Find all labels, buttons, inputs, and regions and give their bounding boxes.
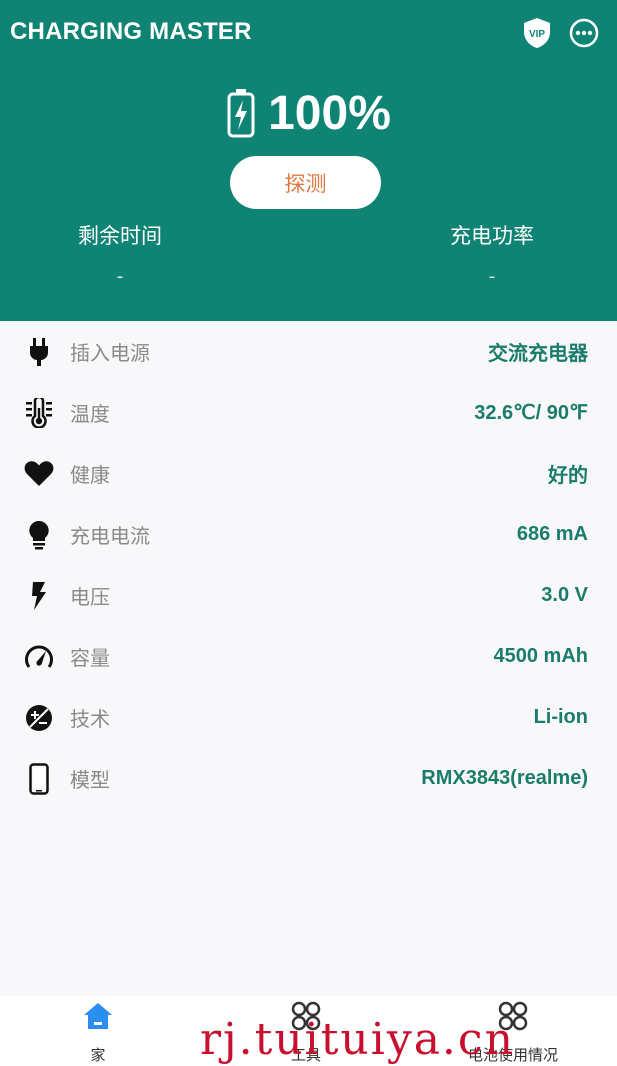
nav-home[interactable]: 家 [28,996,168,1066]
detail-label: 模型 [70,768,110,792]
remaining-time-value: - [116,266,124,287]
vip-shield-icon[interactable]: VIP [520,16,554,50]
detail-row-technology: 技术 Li-ion [0,687,617,748]
detail-label: 技术 [70,707,110,731]
detail-value: 4500 mAh [493,645,589,667]
detail-value: 686 mA [516,523,588,545]
detail-label: 健康 [70,463,110,487]
charge-power-value: - [488,266,496,287]
thermometer-icon [24,397,54,428]
detail-value: 32.6℃/ 90℉ [474,402,588,424]
detail-label: 电压 [70,585,110,609]
detail-row-voltage: 电压 3.0 V [0,565,617,626]
detail-value: 好的 [548,465,588,487]
plus-minus-icon [24,703,54,733]
battery-status: 100% [0,84,617,142]
detail-value: 3.0 V [541,584,588,606]
detail-label: 温度 [70,402,110,426]
detail-row-model: 模型 RMX3843(realme) [0,748,617,809]
plug-icon [24,337,54,367]
detail-value: RMX3843(realme) [421,767,588,789]
watermark-text: rj.tuituiya.cn [200,1014,515,1065]
detect-button[interactable]: 探测 [230,156,381,209]
remaining-time: 剩余时间 - [0,220,240,287]
app-title: CHARGING MASTER [10,18,252,45]
header: CHARGING MASTER VIP 100% 探测 剩余时间 - 充电功率 … [0,0,617,321]
detail-label: 插入电源 [70,341,150,365]
phone-icon [24,762,54,795]
battery-percent: 100% [268,86,391,140]
detail-label: 容量 [70,646,110,670]
detail-row-temperature: 温度 32.6℃/ 90℉ [0,382,617,443]
nav-home-label: 家 [90,1046,106,1064]
battery-charging-icon [227,89,255,138]
remaining-time-label: 剩余时间 [78,224,162,248]
detail-row-health: 健康 好的 [0,443,617,504]
heart-icon [24,459,54,489]
bulb-icon [24,520,54,550]
charge-power: 充电功率 - [372,220,612,287]
detail-label: 充电电流 [70,524,150,548]
gauge-icon [24,642,54,672]
detail-row-capacity: 容量 4500 mAh [0,626,617,687]
vip-text: VIP [529,29,545,40]
detail-row-power-source: 插入电源 交流充电器 [0,321,617,382]
charge-power-label: 充电功率 [450,224,534,248]
more-options-icon[interactable] [568,17,600,49]
home-icon [84,1003,112,1029]
bolt-icon [24,581,54,611]
battery-details-list: 插入电源 交流充电器 温度 32.6℃/ 90℉ 健康 好的 充电电流 686 … [0,321,617,809]
detail-value: 交流充电器 [488,343,588,365]
detail-value: Li-ion [533,706,588,728]
detail-row-charge-current: 充电电流 686 mA [0,504,617,565]
